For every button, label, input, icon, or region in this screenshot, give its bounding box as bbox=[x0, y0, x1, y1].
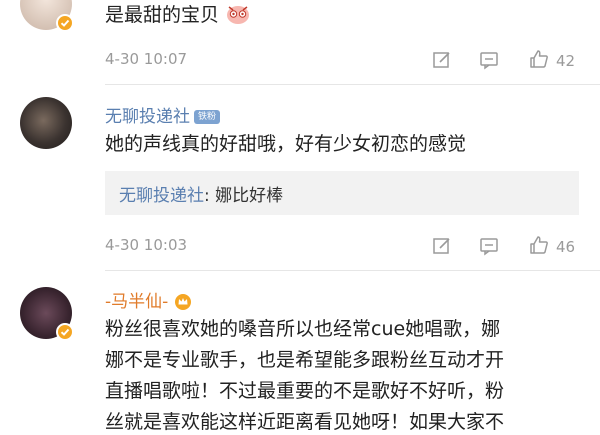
avatar[interactable] bbox=[20, 0, 74, 32]
like-icon bbox=[528, 48, 550, 74]
emoji-icon bbox=[225, 3, 251, 35]
edit-icon bbox=[432, 236, 452, 260]
like-button[interactable]: 46 bbox=[528, 234, 575, 260]
username[interactable]: -马半仙- bbox=[105, 287, 192, 316]
comment-text: 她的声线真的好甜哦，好有少女初恋的感觉 bbox=[105, 133, 467, 155]
crown-badge-icon bbox=[174, 293, 192, 316]
fan-badge: 铁粉 bbox=[194, 110, 221, 124]
reply-preview[interactable]: 无聊投递社: 娜比好棒 bbox=[105, 171, 579, 215]
edit-icon bbox=[432, 50, 452, 74]
comment-button[interactable] bbox=[479, 236, 499, 260]
username[interactable]: 无聊投递社 铁粉 bbox=[105, 102, 221, 127]
reply-username[interactable]: 无聊投递社 bbox=[119, 186, 204, 206]
avatar[interactable] bbox=[20, 97, 72, 149]
verified-icon bbox=[56, 323, 74, 341]
like-count: 42 bbox=[556, 52, 576, 70]
divider bbox=[105, 84, 600, 85]
like-count: 46 bbox=[556, 238, 576, 256]
comment-icon bbox=[479, 236, 499, 260]
comment-button[interactable] bbox=[479, 50, 499, 74]
comment-icon bbox=[479, 50, 499, 74]
comment-text: 粉丝很喜欢她的嗓音所以也经常cue她唱歌，娜 娜不是专业歌手，也是希望能多跟粉丝… bbox=[105, 318, 505, 433]
comment-text: 是最甜的宝贝 bbox=[105, 0, 575, 35]
comment-time: 4-30 10:07 bbox=[105, 50, 188, 68]
edit-button[interactable] bbox=[432, 50, 452, 74]
avatar[interactable] bbox=[20, 287, 74, 341]
like-icon bbox=[528, 234, 550, 260]
divider bbox=[105, 270, 600, 271]
edit-button[interactable] bbox=[432, 236, 452, 260]
verified-icon bbox=[56, 14, 74, 32]
like-button[interactable]: 42 bbox=[528, 48, 575, 74]
comment-time: 4-30 10:03 bbox=[105, 236, 188, 254]
reply-text: : 娜比好棒 bbox=[204, 186, 284, 206]
